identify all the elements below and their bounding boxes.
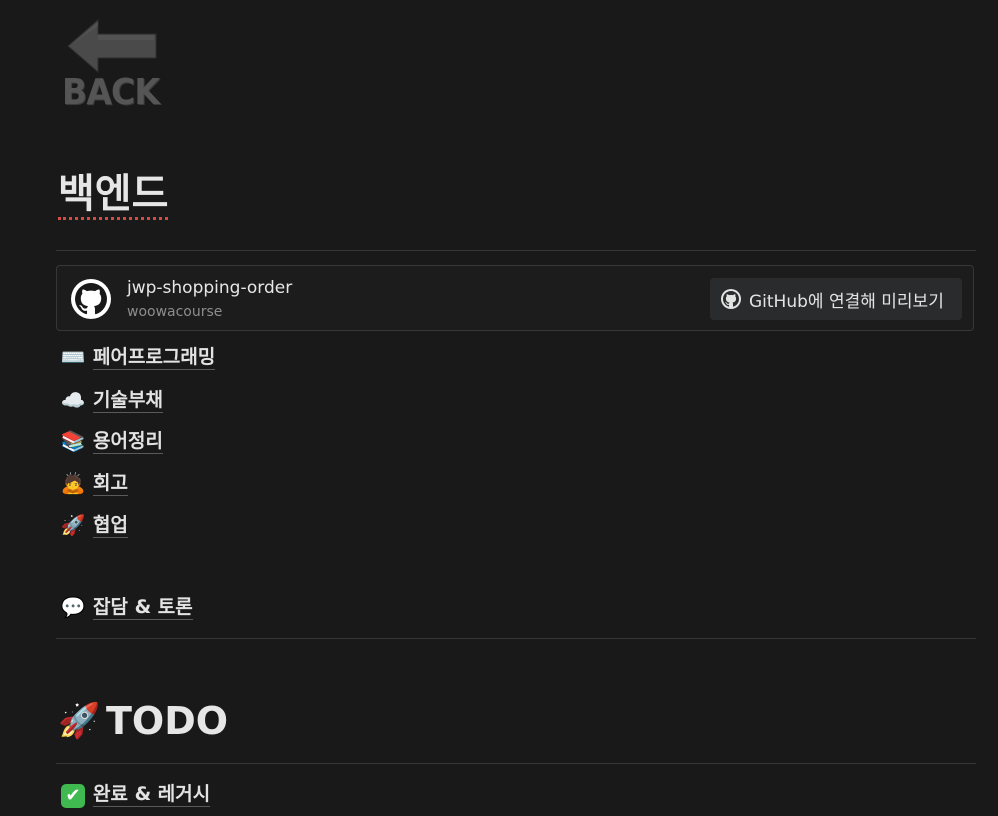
github-icon [721,289,741,309]
books-icon: 📚 [60,429,86,453]
todo-heading-text: TODO [106,699,229,743]
page-title: 백엔드 [58,166,169,222]
page-link-collaboration[interactable]: 🚀 협업 [59,510,128,540]
todo-heading: 🚀 TODO [58,698,228,744]
bowing-person-icon: 🙇 [60,471,86,495]
repo-name: jwp-shopping-order [127,278,293,298]
connect-github-button[interactable]: GitHub에 연결해 미리보기 [710,278,962,320]
back-arrow-icon [67,18,157,74]
page-link-done-legacy[interactable]: ✔ 완료 & 레거시 [59,779,211,809]
page-link-label: 기술부채 [93,388,163,413]
page-title-text: 백엔드 [58,171,169,220]
page: BACK 백엔드 jwp-shopping-order woowacourse … [0,0,998,816]
connect-github-label: GitHub에 연결해 미리보기 [749,291,944,312]
back-link[interactable]: BACK [60,16,164,116]
rocket-icon: 🚀 [60,513,86,537]
page-link-glossary[interactable]: 📚 용어정리 [59,426,163,456]
github-icon [71,279,111,319]
divider [56,763,976,764]
page-link-label: 잡담 & 토론 [93,595,193,620]
divider [56,250,976,251]
page-link-label: 페어프로그래밍 [93,345,216,370]
github-embed-card[interactable]: jwp-shopping-order woowacourse GitHub에 연… [56,265,974,331]
keyboard-icon: ⌨️ [60,345,86,369]
check-mark-icon: ✔ [59,780,87,808]
page-link-pair-programming[interactable]: ⌨️ 페어프로그래밍 [59,342,216,372]
cloud-icon: ☁️ [60,388,86,412]
back-label: BACK [62,72,160,113]
divider [56,638,976,639]
page-link-label: 완료 & 레거시 [93,782,211,807]
speech-bubble-icon: 💬 [60,595,86,619]
page-link-chat-discussion[interactable]: 💬 잡담 & 토론 [59,592,193,622]
page-link-retrospective[interactable]: 🙇 회고 [59,468,128,498]
page-link-tech-debt[interactable]: ☁️ 기술부채 [59,385,163,415]
page-link-label: 회고 [93,471,128,496]
page-link-label: 협업 [93,513,128,538]
page-link-label: 용어정리 [93,429,163,454]
rocket-icon: 🚀 [58,701,101,741]
repo-owner: woowacourse [127,304,223,320]
